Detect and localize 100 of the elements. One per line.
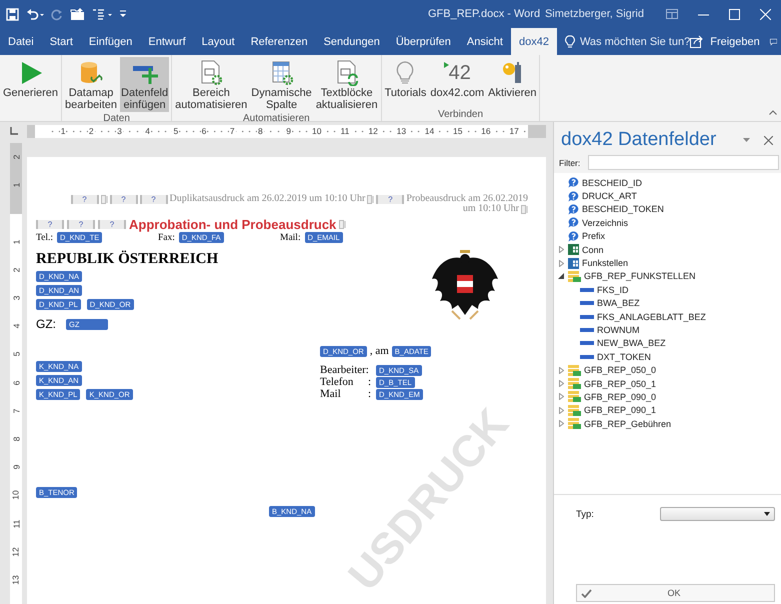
ruler-number: 13 — [396, 126, 408, 136]
ribbon-button[interactable]: 42 dox42.com — [429, 57, 486, 100]
collapsed-arrow-icon[interactable] — [558, 246, 564, 254]
tree-item[interactable]: Prefix — [554, 230, 781, 243]
collapsed-arrow-icon[interactable] — [558, 406, 564, 414]
ruler-number: 1 — [11, 182, 21, 188]
field-label: Telefon — [320, 376, 354, 388]
ruler-number: 4 — [11, 324, 21, 329]
collapsed-arrow-icon[interactable] — [558, 380, 564, 388]
tree-item[interactable]: GFB_REP_FUNKSTELLEN — [554, 270, 781, 284]
ribbon-button[interactable]: Datamap bearbeiten — [64, 57, 118, 112]
ribbon-tab[interactable]: Überprüfen — [388, 28, 459, 55]
tree-item[interactable]: FKS_ANLAGEBLATT_BEZ — [554, 310, 781, 324]
ribbon-tab[interactable]: Entwurf — [140, 28, 194, 55]
collapsed-arrow-icon[interactable] — [558, 420, 564, 428]
customize-icon[interactable] — [119, 9, 127, 19]
ruler-number: 11 — [11, 519, 21, 528]
ruler-number: 3 — [11, 296, 21, 300]
ribbon-button[interactable]: Dynamische Spalte — [250, 57, 313, 112]
tree-item[interactable]: BWA_BEZ — [554, 296, 781, 310]
ribbon-tab[interactable]: Layout — [194, 28, 243, 55]
logo-text: 42 — [448, 62, 471, 84]
ribbon-button[interactable]: Aktivieren — [487, 57, 538, 100]
ruler-number: 7 — [228, 126, 236, 136]
redo-icon[interactable] — [51, 8, 63, 20]
placeholder-marker: ? — [140, 194, 168, 204]
list-icon[interactable] — [92, 8, 112, 20]
ok-button[interactable]: OK — [576, 584, 775, 602]
ruler-number: 13 — [11, 575, 21, 585]
field-label: Tel.: — [36, 232, 54, 242]
checkmark-icon — [581, 588, 592, 598]
ribbon-tab[interactable]: Einfügen — [80, 28, 140, 55]
tree-item[interactable]: Verzeichnis — [554, 216, 781, 230]
horizontal-ruler[interactable]: 1 2 3 4 5 6 7 8 9 10 11 12 13 14 15 16 17 — [27, 124, 546, 138]
ruler-number: 2 — [11, 268, 21, 272]
eagle-coat-of-arms-drawing — [432, 250, 498, 320]
tree-item[interactable]: NEW_BWA_BEZ — [554, 336, 781, 350]
ruler-number: 10 — [11, 490, 21, 500]
collapsed-arrow-icon[interactable] — [558, 260, 564, 267]
field-end-icon — [521, 204, 528, 214]
tree-item[interactable]: BESCHEID_TOKEN — [554, 202, 781, 216]
vertical-ruler[interactable]: 1 2 3 4 5 6 7 8 9 10 11 12 13 — [10, 214, 22, 604]
database-table-icon — [568, 364, 581, 376]
ruler-number: 4 — [144, 126, 152, 136]
save-icon[interactable] — [6, 8, 19, 20]
ruler-number: 12 — [11, 547, 21, 556]
table-icon — [568, 258, 579, 269]
tree-item[interactable]: DXT_TOKEN — [554, 350, 781, 364]
field-label: GZ: — [36, 317, 56, 331]
tree-item[interactable]: Conn — [554, 242, 781, 256]
ribbon-button[interactable]: Generieren — [2, 57, 60, 100]
collapse-ribbon-icon[interactable] — [769, 110, 777, 115]
ribbon-tab[interactable]: Referenzen — [242, 28, 316, 55]
tell-me-box[interactable]: Was möchten Sie tun? — [564, 28, 690, 55]
ruler-number: 15 — [452, 126, 464, 136]
tree-item[interactable]: ROWNUM — [554, 323, 781, 337]
tree-item[interactable]: GFB_REP_090_1 — [554, 404, 781, 418]
tree-item[interactable]: BESCHEID_ID — [554, 176, 781, 190]
ribbon-tab[interactable]: Sendungen — [316, 28, 388, 55]
undo-icon[interactable] — [26, 8, 44, 20]
collapsed-arrow-icon[interactable] — [558, 393, 564, 400]
ribbon-button[interactable]: Tutorials — [384, 57, 428, 100]
close-icon[interactable] — [764, 136, 773, 144]
ribbon-button[interactable]: Bereich automatisieren — [174, 57, 248, 112]
placeholder-marker: ? — [376, 194, 404, 204]
tree-item[interactable]: GFB_REP_050_1 — [554, 376, 781, 390]
tree-item[interactable]: GFB_REP_090_0 — [554, 390, 781, 404]
lightbulb-icon — [564, 34, 575, 48]
tree-item[interactable]: Funkstellen — [554, 256, 781, 270]
placeholder-marker: ? — [36, 220, 64, 228]
filter-field[interactable] — [588, 155, 779, 170]
ribbon-tab[interactable]: Ansicht — [458, 28, 511, 55]
question-bubble-icon — [568, 230, 579, 242]
placeholder-marker: ? — [110, 194, 138, 204]
expanded-arrow-icon[interactable] — [558, 273, 564, 280]
tree-item[interactable]: GFB_REP_Gebühren — [554, 417, 781, 430]
tab-stop-selector-icon[interactable] — [10, 127, 18, 135]
ruler-number: 6 — [200, 126, 208, 136]
field-bar-icon — [580, 328, 594, 332]
maximize-icon[interactable] — [729, 8, 740, 20]
tree-item[interactable]: DRUCK_ART — [554, 189, 781, 203]
ribbon-tab[interactable]: Start — [42, 28, 81, 55]
tree-item[interactable]: GFB_REP_050_0 — [554, 363, 781, 377]
ribbon-button[interactable]: Textblöcke aktualisieren — [314, 57, 379, 112]
ruler-number: 6 — [11, 380, 21, 385]
document-title: Approbation- und Probeausdruck — [129, 216, 336, 232]
placeholder-marker: ? — [70, 194, 99, 204]
ruler-number: 14 — [424, 126, 436, 136]
ribbon-tab[interactable]: dox42 — [510, 28, 557, 55]
ribbon-tab[interactable]: Datei — [0, 28, 42, 55]
folder-icon[interactable] — [70, 7, 85, 21]
share-button[interactable]: Freigeben — [690, 28, 760, 55]
ruler-number: 9 — [285, 126, 292, 136]
group-label: Verbinden — [437, 108, 484, 121]
ribbon-display-icon[interactable] — [666, 9, 678, 19]
tree-item[interactable]: FKS_ID — [554, 283, 781, 297]
collapsed-arrow-icon[interactable] — [558, 366, 564, 374]
field-bar-icon — [580, 314, 594, 319]
dropdown-caret-icon[interactable] — [743, 138, 750, 142]
ribbon-button[interactable]: Datenfeld einfügen — [120, 57, 170, 112]
